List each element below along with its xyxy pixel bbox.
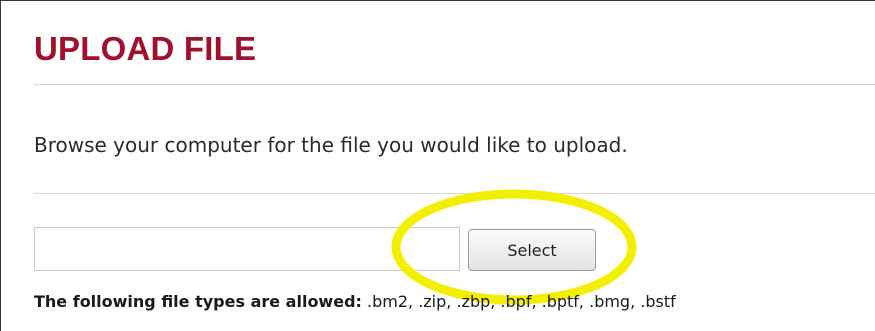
allowed-file-types: The following file types are allowed: .b…: [34, 290, 676, 314]
section-divider: [34, 193, 875, 194]
upload-panel: UPLOAD FILE Browse your computer for the…: [0, 0, 875, 331]
upload-instructions: Browse your computer for the file you wo…: [34, 133, 628, 157]
select-file-button[interactable]: Select: [468, 229, 596, 271]
page-title: UPLOAD FILE: [34, 30, 257, 67]
file-path-input[interactable]: [34, 227, 460, 271]
allowed-file-types-label: The following file types are allowed:: [34, 292, 362, 311]
title-divider: [34, 84, 875, 85]
allowed-file-types-list: .bm2, .zip, .zbp, .bpf, .bptf, .bmg, .bs…: [367, 292, 676, 311]
